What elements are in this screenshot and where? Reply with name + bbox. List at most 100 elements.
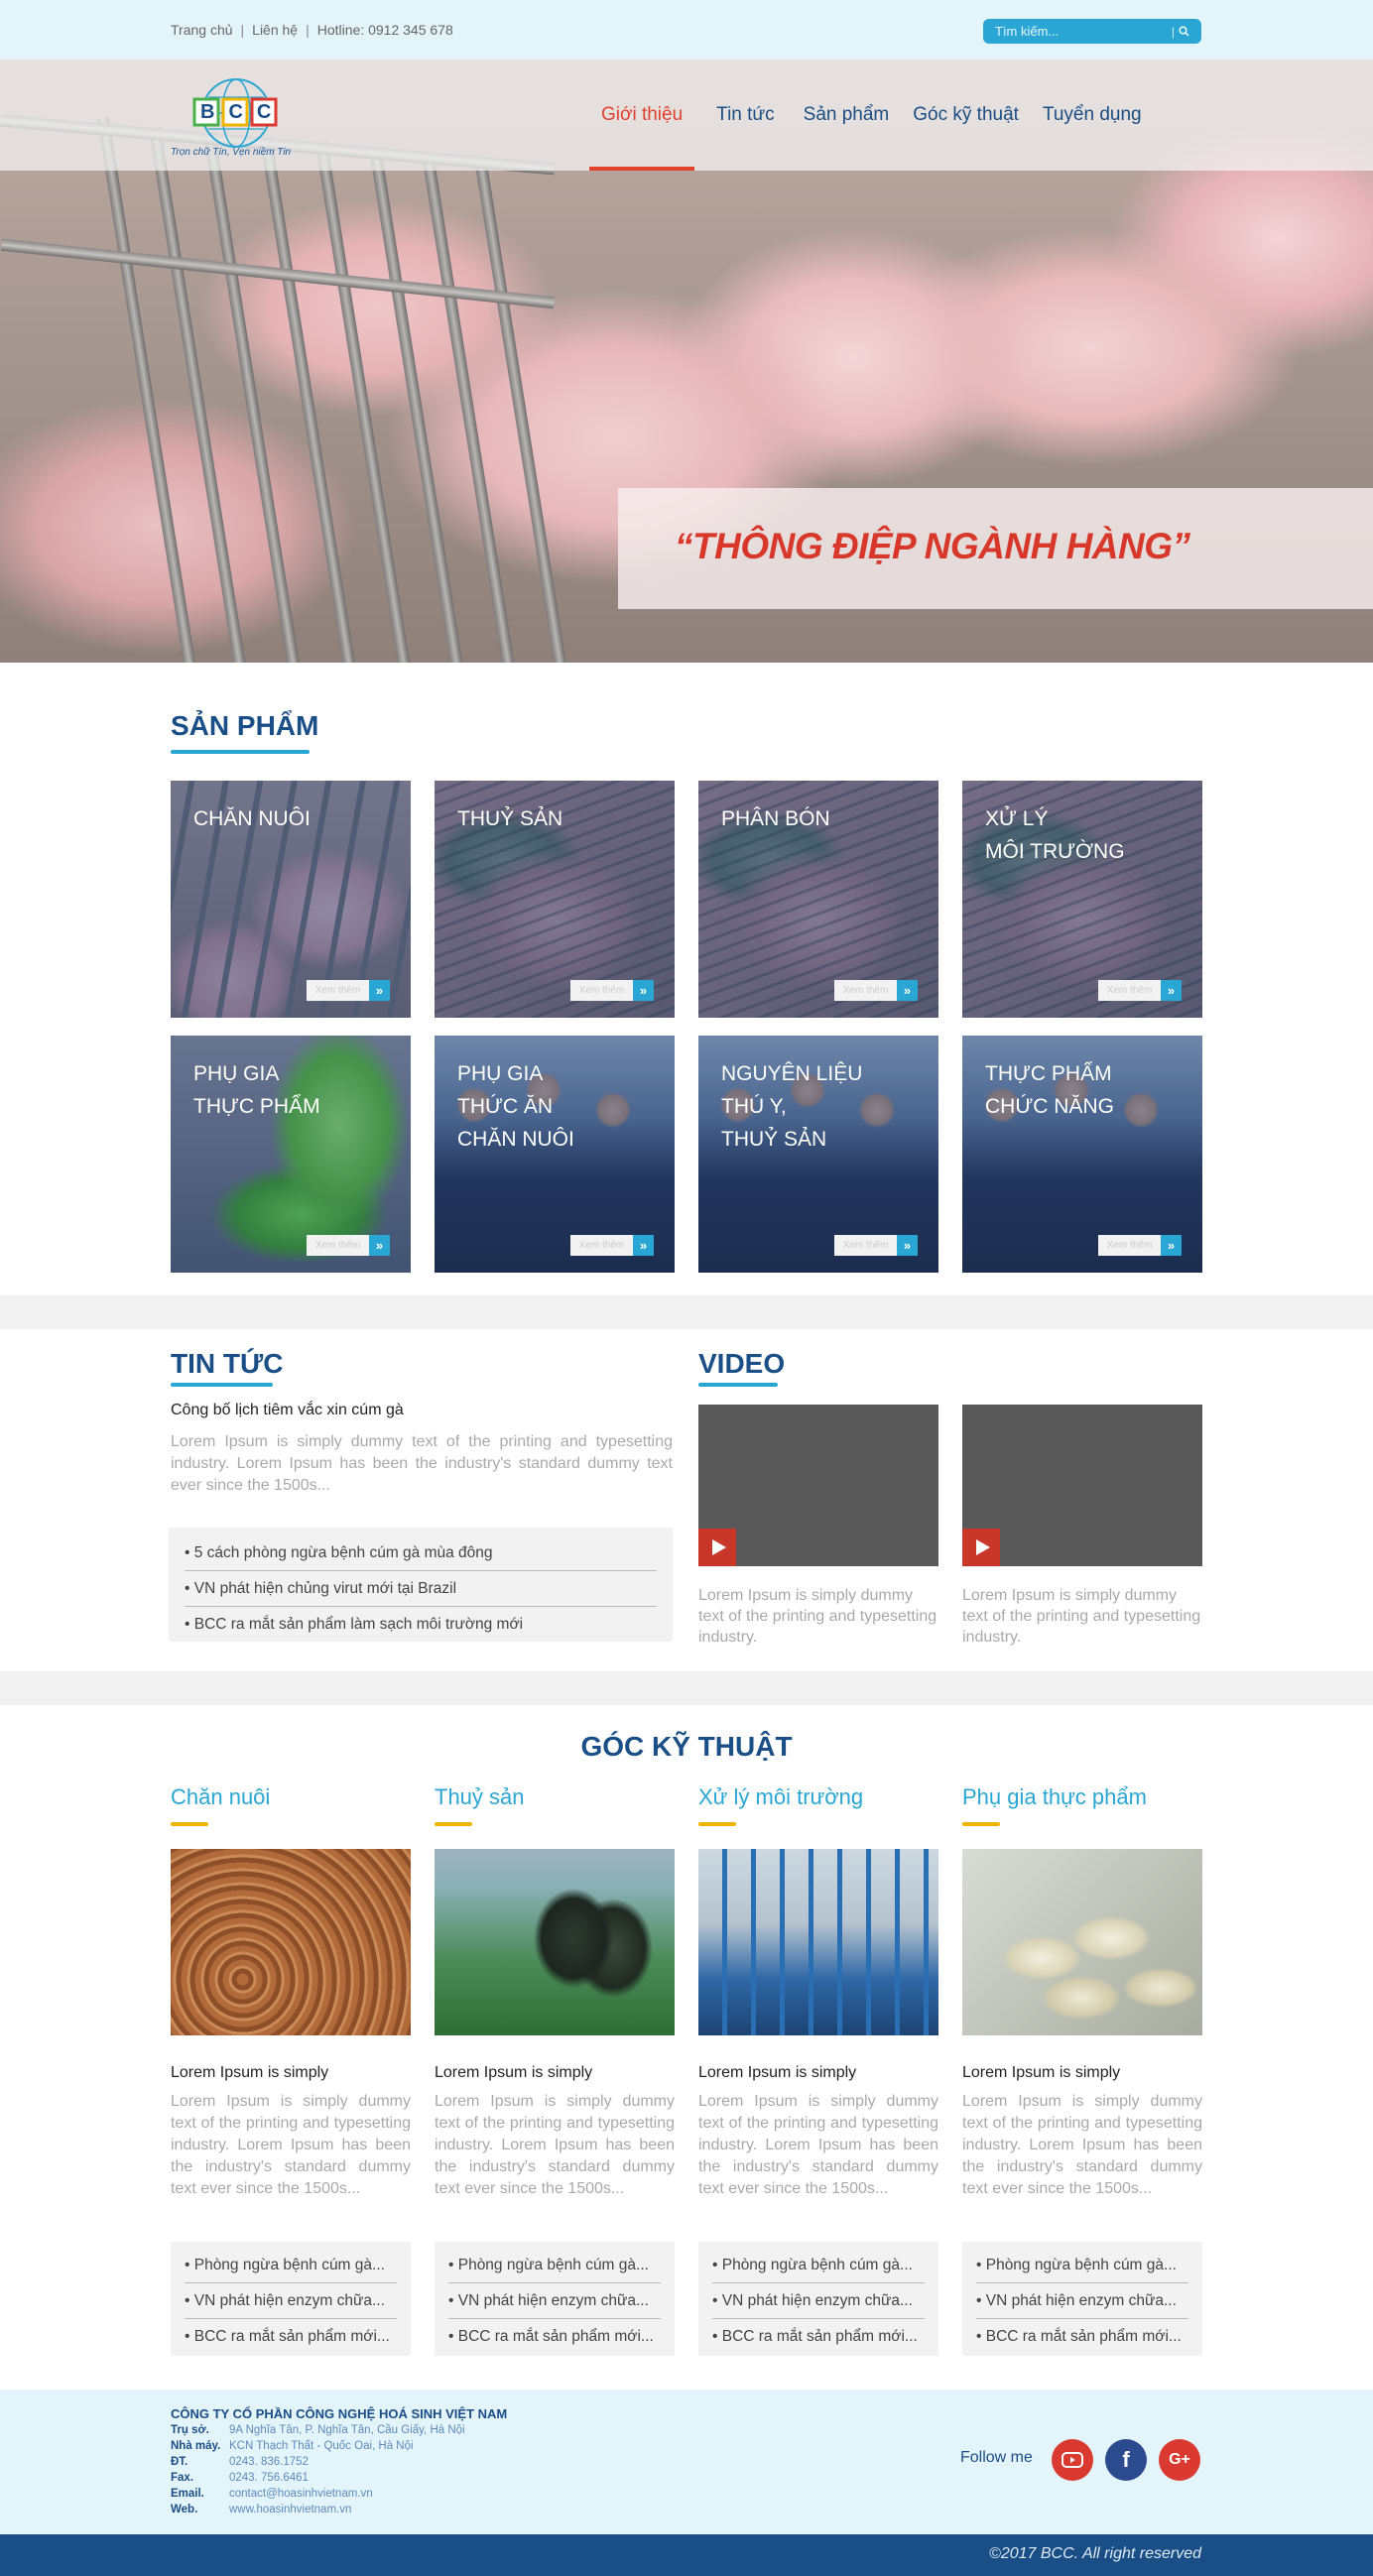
row-key: Web. xyxy=(171,2504,198,2515)
list-item[interactable]: • VN phát hiện chủng virut mới tại Brazi… xyxy=(185,1571,657,1607)
article-title[interactable]: Lorem Ipsum is simply xyxy=(171,2064,328,2082)
product-tile[interactable]: XỬ LÝ MÔI TRƯỜNG Xem thêm» xyxy=(962,781,1202,1018)
article-image[interactable] xyxy=(171,1849,411,2035)
more-button[interactable]: Xem thêm» xyxy=(570,980,654,1001)
featured-news-excerpt: Lorem Ipsum is simply dummy text of the … xyxy=(171,1433,673,1494)
list-item[interactable]: • BCC ra mắt sản phẩm mới... xyxy=(448,2319,661,2355)
nav-item-careers[interactable]: Tuyển dụng xyxy=(1031,104,1154,171)
video-caption: Lorem Ipsum is simply dummy text of the … xyxy=(962,1587,1201,1646)
top-links: Trang chủ | Liên hệ | Hotline: 0912 345 678 xyxy=(171,22,453,38)
product-tile[interactable]: PHỤ GIA THỨC ĂN CHĂN NUÔI Xem thêm» xyxy=(435,1036,675,1273)
article-title[interactable]: Lorem Ipsum is simply xyxy=(962,2064,1120,2082)
article-excerpt: Lorem Ipsum is simply dummy text of the … xyxy=(698,2093,938,2197)
product-tile[interactable]: CHĂN NUÔI Xem thêm» xyxy=(171,781,411,1018)
hotline-link[interactable]: Hotline: 0912 345 678 xyxy=(317,22,453,38)
tech-category[interactable]: Chăn nuôi xyxy=(171,1784,270,1810)
products-heading: SẢN PHẨM xyxy=(171,710,319,741)
more-button[interactable]: Xem thêm» xyxy=(307,980,390,1001)
article-title[interactable]: Lorem Ipsum is simply xyxy=(698,2064,856,2082)
more-button[interactable]: Xem thêm» xyxy=(834,980,918,1001)
list-item[interactable]: • 5 cách phòng ngừa bệnh cúm gà mùa đông xyxy=(185,1535,657,1571)
video-thumbnail[interactable] xyxy=(962,1405,1202,1566)
article-excerpt: Lorem Ipsum is simply dummy text of the … xyxy=(962,2093,1202,2197)
list-item[interactable]: • BCC ra mắt sản phẩm mới... xyxy=(976,2319,1188,2355)
product-label: PHỤ GIA THỰC PHẨM xyxy=(193,1062,320,1118)
nav-item-tech[interactable]: Góc kỹ thuật xyxy=(901,104,1031,171)
nav-item-about[interactable]: Giới thiệu xyxy=(589,104,695,171)
category-underline xyxy=(698,1822,736,1826)
list-item[interactable]: • VN phát hiện enzym chữa... xyxy=(185,2283,397,2319)
product-tile[interactable]: THỰC PHẨM CHỨC NĂNG Xem thêm» xyxy=(962,1036,1202,1273)
main-nav: Giới thiệu Tin tức Sản phẩm Góc kỹ thuật… xyxy=(589,104,1154,171)
google-plus-icon[interactable]: G+ xyxy=(1159,2439,1200,2481)
row-key: Nhà máy. xyxy=(171,2440,221,2452)
article-title[interactable]: Lorem Ipsum is simply xyxy=(435,2064,592,2082)
article-image[interactable] xyxy=(435,1849,675,2035)
more-button[interactable]: Xem thêm» xyxy=(307,1235,390,1256)
row-key: Email. xyxy=(171,2488,204,2500)
more-label: Xem thêm xyxy=(1098,980,1161,1001)
tech-heading: GÓC KỸ THUẬT xyxy=(580,1731,793,1762)
row-value[interactable]: contact@hoasinhvietnam.vn xyxy=(229,2488,373,2500)
list-item[interactable]: • BCC ra mắt sản phẩm mới... xyxy=(185,2319,397,2355)
heading-underline xyxy=(698,1383,778,1387)
list-item[interactable]: • Phòng ngừa bệnh cúm gà... xyxy=(185,2248,397,2283)
list-item[interactable]: • Phòng ngừa bệnh cúm gà... xyxy=(448,2248,661,2283)
nav-item-products[interactable]: Sản phẩm xyxy=(792,104,902,171)
product-tile[interactable]: PHÂN BÓN Xem thêm» xyxy=(698,781,938,1018)
contact-link[interactable]: Liên hệ xyxy=(252,22,298,38)
list-item[interactable]: • VN phát hiện enzym chữa... xyxy=(976,2283,1188,2319)
more-button[interactable]: Xem thêm» xyxy=(1098,980,1182,1001)
nav-item-news[interactable]: Tin tức xyxy=(704,104,786,171)
product-tile[interactable]: PHỤ GIA THỰC PHẨM Xem thêm» xyxy=(171,1036,411,1273)
youtube-icon[interactable] xyxy=(1052,2439,1093,2481)
product-label: CHĂN NUÔI xyxy=(193,807,311,830)
product-tile[interactable]: THUỶ SẢN Xem thêm» xyxy=(435,781,675,1018)
separator: | xyxy=(240,22,245,38)
article-excerpt: Lorem Ipsum is simply dummy text of the … xyxy=(171,2093,411,2197)
product-label: NGUYÊN LIỆU THÚ Y, THUỶ SẢN xyxy=(721,1062,863,1151)
fence-bar xyxy=(369,147,468,663)
product-label: THUỶ SẢN xyxy=(457,807,563,830)
featured-news-title[interactable]: Công bố lịch tiêm vắc xin cúm gà xyxy=(171,1402,404,1419)
article-image[interactable] xyxy=(962,1849,1202,2035)
more-button[interactable]: Xem thêm» xyxy=(834,1235,918,1256)
product-label: XỬ LÝ MÔI TRƯỜNG xyxy=(985,807,1125,863)
more-button[interactable]: Xem thêm» xyxy=(570,1235,654,1256)
list-item[interactable]: • BCC ra mắt sản phẩm mới... xyxy=(712,2319,925,2355)
facebook-icon[interactable]: f xyxy=(1105,2439,1147,2481)
home-link[interactable]: Trang chủ xyxy=(171,22,233,38)
product-tile[interactable]: NGUYÊN LIỆU THÚ Y, THUỶ SẢN Xem thêm» xyxy=(698,1036,938,1273)
play-icon[interactable] xyxy=(962,1529,1000,1566)
separator: | xyxy=(306,22,310,38)
play-icon[interactable] xyxy=(698,1529,736,1566)
list-item[interactable]: • VN phát hiện enzym chữa... xyxy=(448,2283,661,2319)
row-value[interactable]: www.hoasinhvietnam.vn xyxy=(229,2504,351,2515)
more-label: Xem thêm xyxy=(307,980,369,1001)
video-thumbnail[interactable] xyxy=(698,1405,938,1566)
row-value[interactable]: 0243. 836.1752 xyxy=(229,2456,309,2468)
list-item[interactable]: • Phòng ngừa bệnh cúm gà... xyxy=(976,2248,1188,2283)
search-icon[interactable]: | xyxy=(1172,25,1189,39)
news-list: • 5 cách phòng ngừa bệnh cúm gà mùa đông… xyxy=(169,1528,673,1642)
row-key: Fax. xyxy=(171,2472,194,2484)
tech-category[interactable]: Phụ gia thực phẩm xyxy=(962,1784,1147,1810)
list-item[interactable]: • Phòng ngừa bệnh cúm gà... xyxy=(712,2248,925,2283)
double-chevron-icon: » xyxy=(369,1235,390,1256)
google-plus-glyph: G+ xyxy=(1169,2451,1190,2468)
tech-category[interactable]: Xử lý môi trường xyxy=(698,1784,863,1810)
row-key: ĐT. xyxy=(171,2456,188,2468)
product-label: PHÂN BÓN xyxy=(721,807,830,830)
search-input[interactable]: Tìm kiếm... | xyxy=(983,19,1201,44)
article-list: • Phòng ngừa bệnh cúm gà... • VN phát hi… xyxy=(962,2242,1202,2356)
video-caption: Lorem Ipsum is simply dummy text of the … xyxy=(698,1587,937,1646)
news-heading: TIN TỨC xyxy=(171,1348,284,1379)
more-button[interactable]: Xem thêm» xyxy=(1098,1235,1182,1256)
list-item[interactable]: • BCC ra mắt sản phẩm làm sạch môi trườn… xyxy=(185,1607,657,1643)
section-divider xyxy=(0,1295,1373,1329)
article-image[interactable] xyxy=(698,1849,938,2035)
footer-factory-row: Nhà máy. KCN Thạch Thất - Quốc Oai, Hà Nộ… xyxy=(171,2440,414,2452)
row-value: 0243. 756.6461 xyxy=(229,2472,309,2484)
list-item[interactable]: • VN phát hiện enzym chữa... xyxy=(712,2283,925,2319)
tech-category[interactable]: Thuỷ sản xyxy=(435,1784,525,1810)
